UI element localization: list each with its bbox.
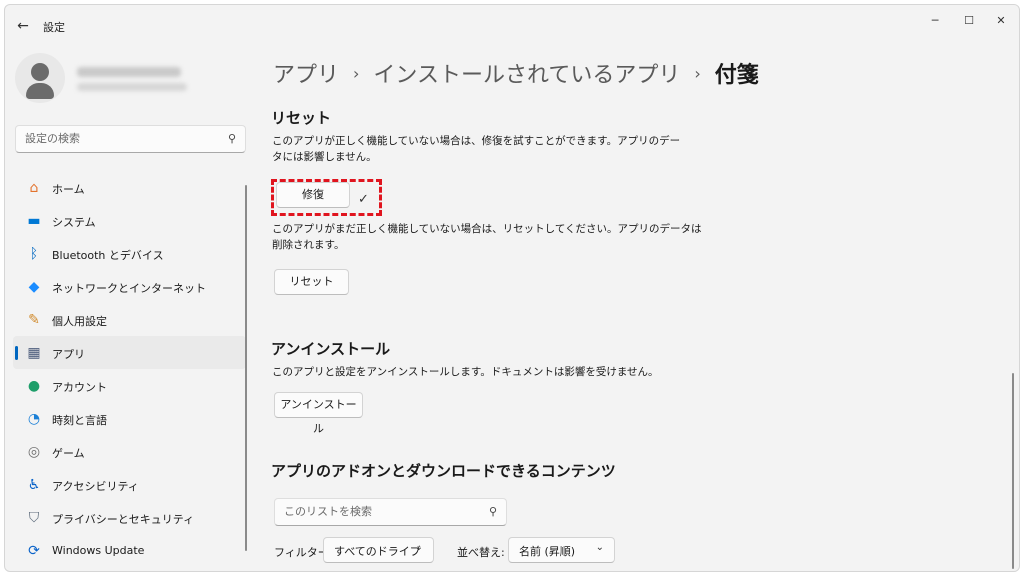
sidebar-item[interactable]: ◎ ゲーム	[13, 435, 246, 468]
sidebar-item-label: ネットワークとインターネット	[52, 282, 206, 295]
active-indicator	[15, 346, 18, 360]
accessibility-icon: ♿	[27, 477, 41, 493]
sidebar-item-label: アクセシビリティ	[52, 480, 139, 493]
chevron-down-icon: ⌄	[595, 542, 604, 553]
sidebar-nav: ⌂ ホーム ▬ システム ᛒ Bluetooth とデバイス ◆ ネットワークとインターネット…	[13, 171, 246, 567]
settings-search: ⚲	[15, 125, 246, 153]
sidebar-item[interactable]: ◔ 時刻と言語	[13, 402, 246, 435]
filter-dropdown[interactable]: すべてのドライブ ⌄	[323, 537, 434, 563]
settings-window: ← 設定 ─ ☐ ✕ ⚲ ⌂ ホーム ▬ システム ᛒ Bluetooth とデバイス ◆ ネ…	[4, 4, 1020, 572]
chevron-down-icon: ⌄	[414, 542, 423, 553]
system-icon: ▬	[27, 213, 41, 229]
reset-description: このアプリがまだ正しく機能していない場合は、リセットしてください。アプリのデータ…	[272, 221, 702, 253]
reset-desc-line2: 削除されます。	[272, 239, 345, 251]
windows-update-icon: ⟳	[28, 543, 40, 559]
breadcrumb: アプリ › インストールされているアプリ › 付箋	[273, 57, 759, 89]
chevron-right-icon: ›	[353, 63, 360, 83]
maximize-button[interactable]: ☐	[953, 11, 985, 31]
addons-search-input[interactable]	[284, 505, 474, 518]
search-icon: ⚲	[488, 505, 497, 518]
avatar	[15, 53, 65, 103]
sidebar-item-label: 個人用設定	[52, 315, 107, 328]
reset-button[interactable]: リセット	[274, 269, 349, 295]
sidebar-item-label: システム	[52, 216, 96, 229]
close-button[interactable]: ✕	[985, 11, 1017, 31]
repair-desc-line2: タには影響しません。	[272, 151, 377, 163]
account-icon: ●	[27, 378, 41, 394]
back-button[interactable]: ←	[13, 16, 33, 36]
home-icon: ⌂	[29, 180, 39, 196]
user-email-blurred	[77, 83, 187, 91]
apps-icon: ▦	[27, 345, 41, 361]
addons-search: ⚲	[274, 498, 507, 526]
reset-heading: リセット	[271, 109, 332, 127]
avatar-body-icon	[26, 83, 54, 99]
uninstall-button[interactable]: アンインストール	[274, 392, 363, 435]
sidebar-item[interactable]: ⟳ Windows Update	[13, 534, 246, 567]
sort-label: 並べ替え:	[457, 546, 505, 559]
minimize-button[interactable]: ─	[919, 11, 951, 31]
main-scrollbar[interactable]	[1012, 373, 1014, 569]
sidebar-item[interactable]: ◆ ネットワークとインターネット	[13, 270, 246, 303]
time-language-icon: ◔	[27, 411, 41, 427]
sidebar-item[interactable]: ⛉ プライバシーとセキュリティ	[13, 501, 246, 534]
privacy-shield-icon: ⛉	[28, 510, 40, 526]
breadcrumb-apps[interactable]: アプリ	[273, 57, 339, 89]
arrow-left-icon: ←	[17, 18, 29, 34]
breadcrumb-installed-apps[interactable]: インストールされているアプリ	[373, 57, 680, 89]
sidebar-item[interactable]: ♿ アクセシビリティ	[13, 468, 246, 501]
repair-highlight-box	[271, 179, 382, 216]
repair-desc-line1: このアプリが正しく機能していない場合は、修復を試すことができます。アプリのデー	[272, 135, 681, 147]
avatar-head-icon	[31, 63, 49, 81]
uninstall-description: このアプリと設定をアンインストールします。ドキュメントは影響を受けません。	[272, 366, 659, 378]
personalization-icon: ✎	[28, 312, 40, 328]
sidebar-item-label: アカウント	[52, 381, 107, 394]
uninstall-heading: アンインストール	[271, 340, 391, 358]
bluetooth-icon: ᛒ	[29, 246, 39, 262]
sidebar-item-label: プライバシーとセキュリティ	[52, 513, 195, 526]
sidebar-item-label: Windows Update	[52, 544, 145, 557]
settings-search-input[interactable]	[25, 132, 215, 145]
sidebar-item[interactable]: ⌂ ホーム	[13, 171, 246, 204]
sidebar-item-label: Bluetooth とデバイス	[52, 249, 164, 262]
sort-dropdown[interactable]: 名前 (昇順) ⌄	[508, 537, 615, 563]
sidebar-item[interactable]: ᛒ Bluetooth とデバイス	[13, 237, 246, 270]
sidebar-item[interactable]: ✎ 個人用設定	[13, 303, 246, 336]
breadcrumb-current: 付箋	[714, 63, 759, 88]
sidebar-item[interactable]: ▦ アプリ	[13, 336, 246, 369]
sidebar-item[interactable]: ● アカウント	[13, 369, 246, 402]
chevron-right-icon: ›	[694, 63, 701, 83]
sort-value: 名前 (昇順)	[519, 545, 576, 558]
sidebar-item-label: ゲーム	[52, 447, 85, 460]
network-icon: ◆	[28, 279, 40, 295]
repair-description: このアプリが正しく機能していない場合は、修復を試すことができます。アプリのデー …	[272, 133, 680, 165]
reset-desc-line1: このアプリがまだ正しく機能していない場合は、リセットしてください。アプリのデータ…	[272, 223, 702, 235]
sidebar-scrollbar[interactable]	[245, 185, 247, 551]
gaming-icon: ◎	[27, 444, 41, 460]
app-title: 設定	[43, 21, 65, 34]
filter-value: すべてのドライブ	[334, 545, 421, 558]
sidebar-item[interactable]: ▬ システム	[13, 204, 246, 237]
addons-heading: アプリのアドオンとダウンロードできるコンテンツ	[271, 462, 616, 480]
user-profile[interactable]	[15, 53, 245, 105]
sidebar-item-label: 時刻と言語	[52, 414, 107, 427]
user-name-blurred	[77, 67, 181, 77]
sidebar-item-label: アプリ	[52, 348, 85, 361]
search-icon: ⚲	[227, 132, 236, 145]
sidebar-item-label: ホーム	[52, 183, 85, 196]
title-bar: ← 設定 ─ ☐ ✕	[5, 5, 1019, 45]
